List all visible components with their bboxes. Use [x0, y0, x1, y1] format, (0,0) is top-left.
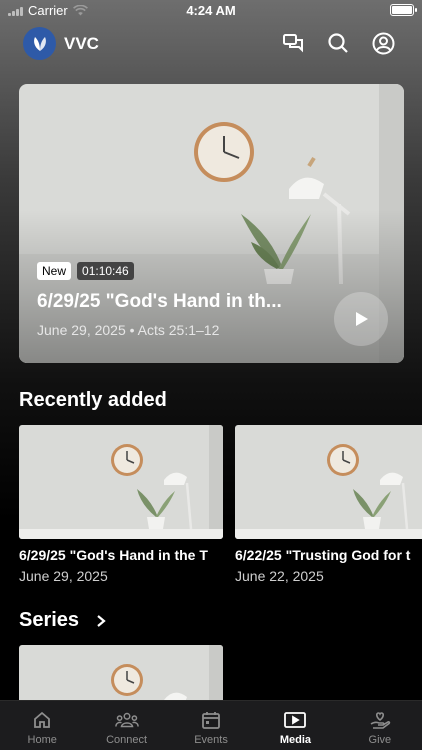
- tab-bar: Home Connect Events Media Give: [0, 700, 422, 750]
- tab-media[interactable]: Media: [253, 701, 337, 750]
- media-card[interactable]: 6/22/25 "Trusting God for t June 22, 202…: [235, 425, 422, 584]
- play-icon: [356, 312, 368, 326]
- tab-connect[interactable]: Connect: [84, 701, 168, 750]
- home-icon: [30, 708, 54, 732]
- tab-events[interactable]: Events: [169, 701, 253, 750]
- account-icon[interactable]: [371, 31, 395, 55]
- media-thumbnail: [235, 425, 422, 539]
- media-card-title: 6/29/25 "God's Hand in the T: [19, 547, 208, 563]
- tab-home[interactable]: Home: [0, 701, 84, 750]
- featured-media-card[interactable]: New 01:10:46 6/29/25 "God's Hand in th..…: [19, 84, 404, 363]
- status-bar: Carrier 4:24 AM: [0, 0, 422, 22]
- leaf-icon: [33, 36, 46, 51]
- heart-hand-icon: [368, 708, 392, 732]
- tab-label: Connect: [106, 734, 148, 746]
- recently-added-heading: Recently added: [19, 389, 167, 411]
- hero-badges: New 01:10:46: [37, 262, 134, 280]
- tab-give[interactable]: Give: [338, 701, 422, 750]
- chevron-right-icon[interactable]: [95, 614, 107, 628]
- media-thumbnail: [19, 425, 223, 539]
- media-card-date: June 29, 2025: [19, 568, 108, 584]
- hero-meta: June 29, 2025 • Acts 25:1–12: [37, 322, 220, 338]
- people-icon: [114, 708, 139, 732]
- search-icon[interactable]: [326, 31, 350, 55]
- app-brand: VVC: [64, 34, 99, 53]
- church-logo[interactable]: [23, 27, 56, 60]
- tab-label: Events: [194, 734, 228, 746]
- media-card-date: June 22, 2025: [235, 568, 324, 584]
- battery-icon: [390, 4, 417, 16]
- series-card[interactable]: [19, 645, 223, 705]
- media-card[interactable]: 6/29/25 "God's Hand in the T June 29, 20…: [19, 425, 223, 584]
- series-thumbnail: [19, 645, 223, 705]
- chat-bubbles-icon[interactable]: [281, 31, 305, 55]
- media-card-title: 6/22/25 "Trusting God for t: [235, 547, 411, 563]
- new-badge: New: [37, 262, 72, 280]
- tab-label: Home: [27, 734, 57, 746]
- status-time: 4:24 AM: [186, 3, 236, 18]
- tab-label: Give: [368, 734, 392, 746]
- tab-label: Media: [279, 734, 312, 746]
- series-heading[interactable]: Series: [19, 609, 79, 632]
- hero-title: 6/29/25 "God's Hand in th...: [37, 291, 282, 312]
- play-screen-icon: [283, 708, 307, 732]
- calendar-icon: [199, 708, 223, 732]
- duration-badge: 01:10:46: [77, 262, 134, 280]
- app-header: VVC: [0, 26, 422, 62]
- play-button[interactable]: [334, 292, 388, 346]
